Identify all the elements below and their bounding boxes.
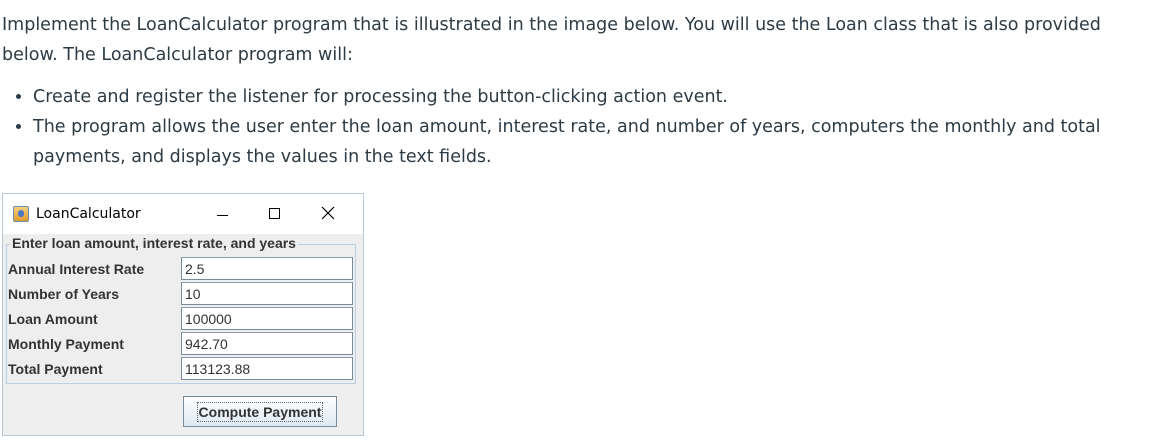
compute-payment-label: Compute Payment: [196, 401, 324, 422]
instructions-paragraph: Implement the LoanCalculator program tha…: [2, 15, 1101, 65]
loan-amount-label: Loan Amount: [8, 311, 98, 327]
window-title: LoanCalculator: [36, 206, 141, 222]
monthly-payment-label: Monthly Payment: [8, 336, 124, 352]
minimize-icon: [217, 215, 228, 216]
close-button[interactable]: [309, 200, 349, 228]
list-item: The program allows the user enter the lo…: [33, 112, 1150, 172]
monthly-payment-field[interactable]: [181, 332, 353, 355]
close-icon: [321, 206, 335, 220]
minimize-button[interactable]: [203, 200, 243, 228]
java-app-icon: [13, 206, 29, 222]
total-payment-field[interactable]: [181, 357, 353, 380]
panel-title: Enter loan amount, interest rate, and ye…: [10, 235, 298, 251]
number-of-years-label: Number of Years: [8, 286, 120, 302]
annual-interest-rate-input[interactable]: [181, 257, 353, 280]
instructions: Implement the LoanCalculator program tha…: [0, 0, 1150, 172]
title-bar[interactable]: LoanCalculator: [3, 194, 363, 234]
maximize-button[interactable]: [255, 200, 295, 228]
number-of-years-input[interactable]: [181, 282, 353, 305]
instructions-list: Create and register the listener for pro…: [0, 82, 1150, 172]
total-payment-label: Total Payment: [8, 361, 103, 377]
loan-amount-input[interactable]: [181, 307, 353, 330]
annual-interest-rate-label: Annual Interest Rate: [8, 261, 145, 277]
list-item: Create and register the listener for pro…: [33, 82, 1150, 112]
loan-calculator-window: LoanCalculator Enter loan amount, intere…: [2, 193, 364, 436]
maximize-icon: [269, 208, 280, 219]
compute-payment-button[interactable]: Compute Payment: [183, 396, 337, 427]
